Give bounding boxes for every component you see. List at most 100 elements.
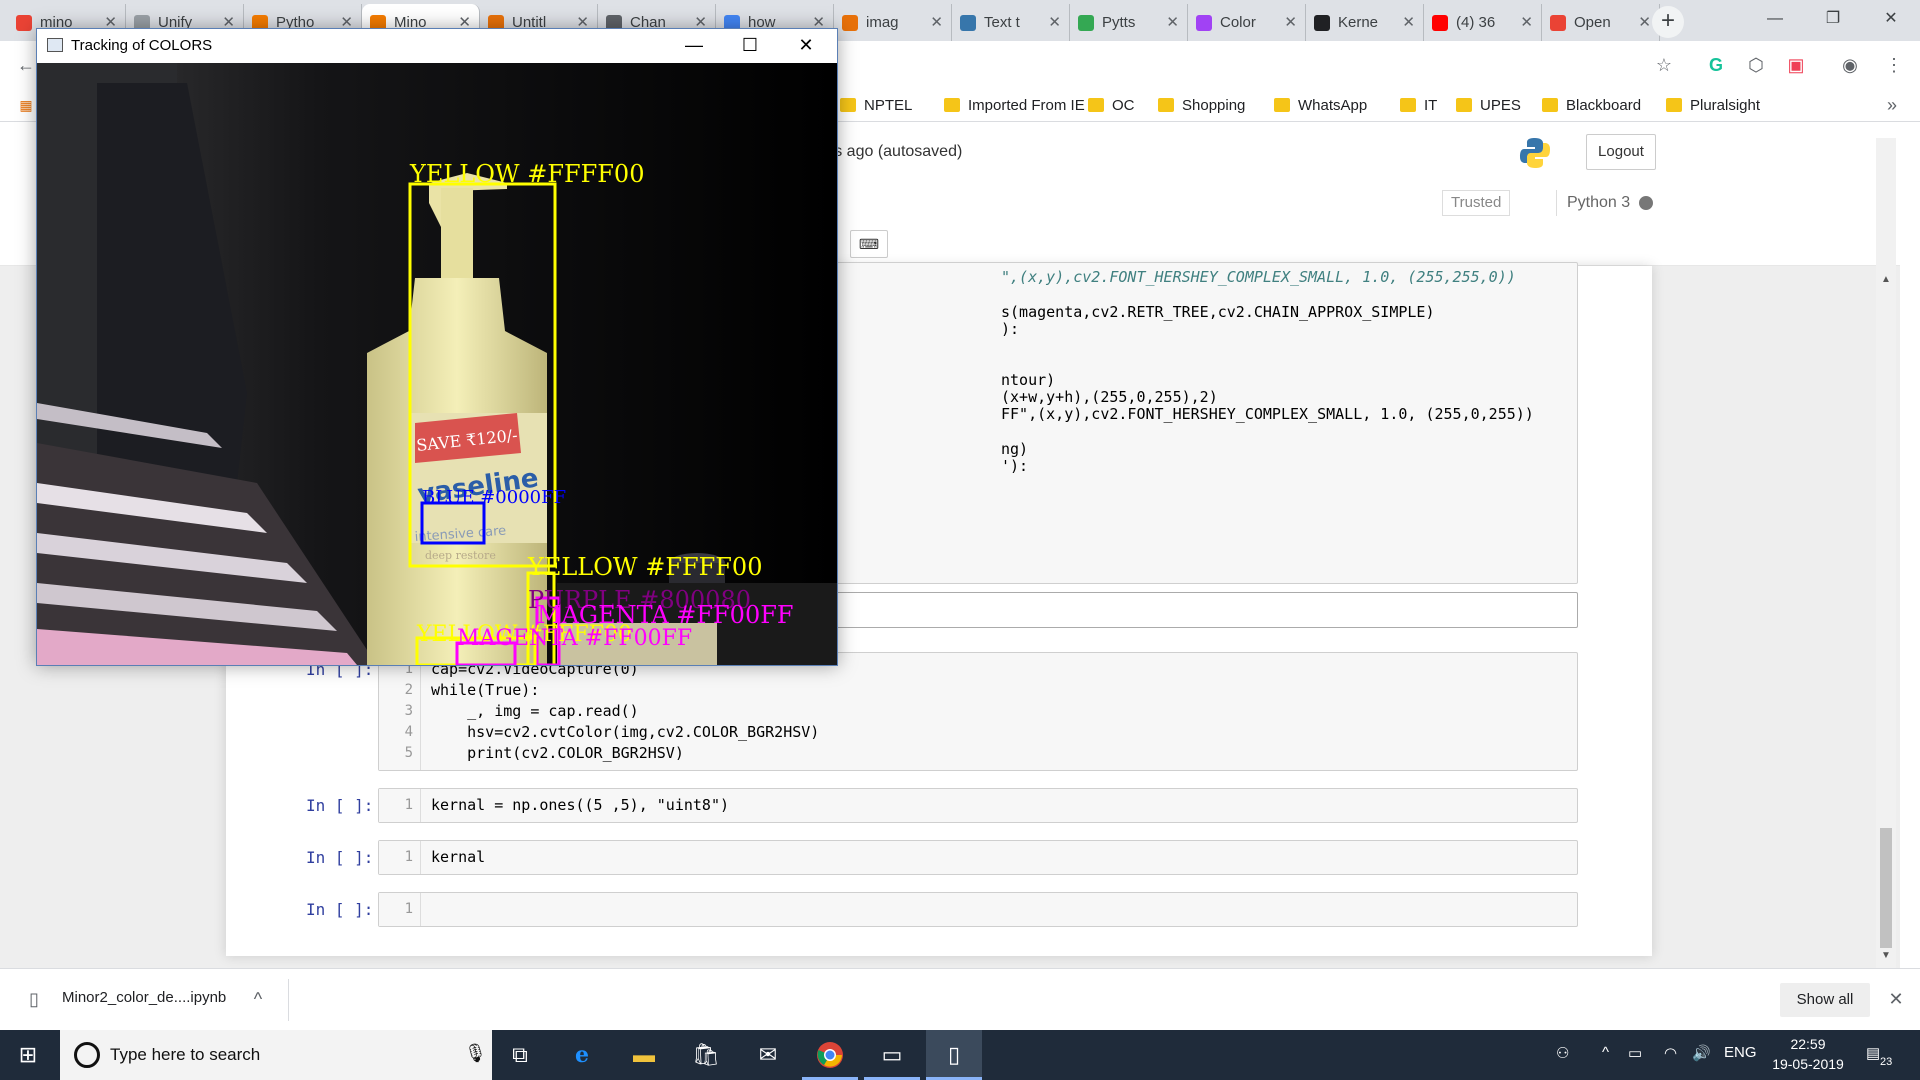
scroll-down-icon[interactable]: ▼ (1876, 950, 1896, 966)
system-clock[interactable]: 22:59 19-05-2019 (1768, 1034, 1848, 1074)
tracking-window-titlebar[interactable]: Tracking of COLORS — ☐ ✕ (37, 29, 837, 63)
action-center-icon[interactable]: ▤ (1866, 1044, 1880, 1062)
code-cell[interactable]: 1 kernal (378, 840, 1578, 875)
close-downloads-bar-button[interactable]: ✕ (1884, 987, 1908, 1011)
bookmark-label: OC (1112, 97, 1135, 114)
code-line: ",(x,y),cv2.FONT_HERSHEY_COMPLEX_SMALL, … (1001, 268, 1516, 286)
tracking-minimize-button[interactable]: — (665, 29, 723, 63)
code-cell[interactable]: 1 cap=cv2.VideoCapture(0) 2 while(True): 3 _… (378, 652, 1578, 771)
bookmark-item[interactable]: Imported From IE (944, 95, 1085, 117)
browser-tab[interactable]: Pytts ✕ (1070, 4, 1188, 41)
wifi-icon[interactable]: ◠ (1664, 1044, 1677, 1062)
code-cell[interactable]: 1 kernal = np.ones((5 ,5), "uint8") (378, 788, 1578, 823)
clock-date: 19-05-2019 (1772, 1056, 1844, 1072)
show-all-downloads-button[interactable]: Show all (1780, 983, 1870, 1017)
task-view-icon[interactable]: ⧉ (492, 1030, 548, 1080)
bookmark-item[interactable]: Shopping (1158, 95, 1245, 117)
tray-expand-icon[interactable]: ^ (1602, 1044, 1609, 1061)
scrollbar-thumb[interactable] (1880, 828, 1892, 948)
profile-avatar[interactable]: ◉ (1838, 53, 1862, 77)
file-explorer-icon[interactable]: ▬ (616, 1030, 672, 1080)
tab-close-icon[interactable]: ✕ (1048, 4, 1061, 41)
tab-close-icon[interactable]: ✕ (1166, 4, 1179, 41)
pocket-extension-icon[interactable]: ▣ (1784, 53, 1808, 77)
microphone-icon[interactable]: 🎙 (464, 1043, 487, 1064)
tab-close-icon[interactable]: ✕ (1520, 4, 1533, 41)
bookmark-item[interactable]: OC (1088, 95, 1135, 117)
grammarly-extension-icon[interactable]: G (1704, 53, 1728, 77)
trusted-indicator[interactable]: Trusted (1442, 190, 1511, 216)
browser-tab[interactable]: imag ✕ (834, 4, 952, 41)
scroll-up-icon[interactable]: ▲ (1876, 274, 1896, 290)
browser-tab[interactable]: Color ✕ (1188, 4, 1306, 41)
extension-cube-icon[interactable]: ⬡ (1744, 53, 1768, 77)
detection-label-magenta-small: MAGENTA #FF00FF (457, 626, 692, 651)
logout-button[interactable]: Logout (1586, 134, 1656, 170)
mail-icon[interactable]: ✉ (740, 1030, 796, 1080)
tab-favicon-icon (1314, 15, 1330, 31)
tab-close-icon[interactable]: ✕ (1402, 4, 1415, 41)
browser-tab[interactable]: Text t ✕ (952, 4, 1070, 41)
terminal-taskbar-icon[interactable]: ▭ (864, 1030, 920, 1080)
tracking-window[interactable]: Tracking of COLORS — ☐ ✕ SAVE ₹120/- vas… (36, 28, 838, 666)
tracking-close-button[interactable]: ✕ (777, 29, 835, 63)
download-options-chevron-icon[interactable]: ^ (246, 987, 270, 1011)
browser-tab[interactable]: Kerne ✕ (1306, 4, 1424, 41)
apps-grid-icon[interactable]: ▦ (14, 93, 38, 117)
start-button[interactable]: ⊞ (0, 1030, 56, 1080)
bookmark-folder-icon (1456, 98, 1472, 112)
taskbar-search[interactable]: Type here to search 🎙 (60, 1030, 492, 1080)
webcam-frame: SAVE ₹120/- vaseline intensive care deep… (37, 63, 837, 665)
new-tab-button[interactable]: + (1652, 6, 1684, 38)
bookmark-item[interactable]: UPES (1456, 95, 1521, 117)
tracking-window-title: Tracking of COLORS (71, 37, 213, 54)
volume-icon[interactable]: 🔊 (1692, 1044, 1711, 1062)
code-line: print(cv2.COLOR_BGR2HSV) (431, 744, 684, 762)
bookmark-item[interactable]: Pluralsight (1666, 95, 1760, 117)
windows-taskbar: ⊞ Type here to search 🎙 ⧉ e ▬ 🛍 ✉ ▭ ▯ ⚇ … (0, 1030, 1920, 1080)
tab-close-icon[interactable]: ✕ (930, 4, 943, 41)
bookmarks-overflow-button[interactable]: » (1880, 93, 1904, 117)
edge-browser-icon[interactable]: e (554, 1030, 610, 1080)
store-icon[interactable]: 🛍 (678, 1030, 734, 1080)
bookmark-folder-icon (944, 98, 960, 112)
tab-label: (4) 36 (1456, 14, 1496, 31)
document-taskbar-icon[interactable]: ▯ (926, 1030, 982, 1080)
browser-tab[interactable]: (4) 36 ✕ (1424, 4, 1542, 41)
line-number: 1 (404, 797, 413, 813)
tab-favicon-icon (842, 15, 858, 31)
battery-icon[interactable]: ▭ (1628, 1044, 1642, 1062)
chrome-menu-icon[interactable]: ⋮ (1882, 53, 1906, 77)
bookmark-item[interactable]: WhatsApp (1274, 95, 1367, 117)
browser-tab[interactable]: Open ✕ (1542, 4, 1660, 41)
checkpoint-status: urs ago (autosaved) (820, 143, 963, 160)
tab-close-icon[interactable]: ✕ (1638, 4, 1651, 41)
browser-maximize-button[interactable]: ❐ (1804, 0, 1862, 41)
tab-favicon-icon (1078, 15, 1094, 31)
people-icon[interactable]: ⚇ (1556, 1044, 1569, 1062)
bookmark-folder-icon (1274, 98, 1290, 112)
bookmark-item[interactable]: IT (1400, 95, 1437, 117)
file-icon: ▯ (29, 989, 39, 1009)
back-arrow-icon[interactable]: ← (14, 53, 38, 77)
bookmark-item[interactable]: Blackboard (1542, 95, 1641, 117)
language-indicator[interactable]: ENG (1724, 1044, 1757, 1061)
tracking-maximize-button[interactable]: ☐ (721, 29, 779, 63)
line-number: 2 (404, 682, 413, 698)
browser-close-button[interactable]: ✕ (1862, 0, 1920, 41)
bookmark-label: NPTEL (864, 97, 913, 114)
tab-label: imag (866, 14, 899, 31)
keyboard-shortcuts-icon[interactable]: ⌨ (850, 230, 888, 258)
line-number: 1 (404, 849, 413, 865)
code-line: _, img = cap.read() (431, 702, 639, 720)
browser-minimize-button[interactable]: — (1746, 0, 1804, 41)
download-filename[interactable]: Minor2_color_de....ipynb (62, 989, 226, 1006)
tab-label: Pytts (1102, 14, 1136, 31)
bookmark-item[interactable]: NPTEL (840, 95, 912, 117)
bookmark-star-icon[interactable]: ☆ (1652, 53, 1676, 77)
chrome-taskbar-icon[interactable] (802, 1030, 858, 1080)
bookmark-label: Imported From IE (968, 97, 1085, 114)
tab-close-icon[interactable]: ✕ (1284, 4, 1297, 41)
code-cell[interactable]: 1 (378, 892, 1578, 927)
page-scrollbar[interactable]: ▲ ▼ (1876, 138, 1896, 968)
